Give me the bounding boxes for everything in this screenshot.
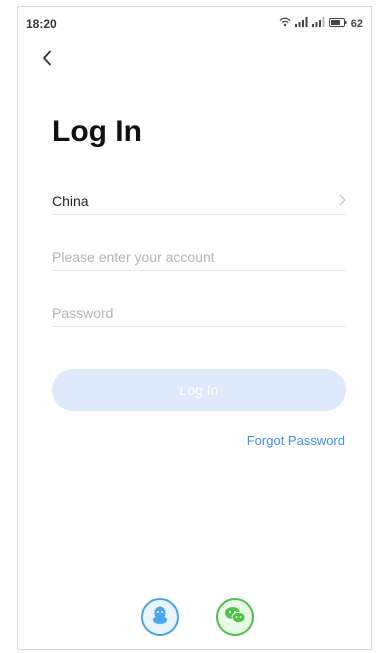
back-button[interactable] xyxy=(34,47,60,73)
wechat-icon xyxy=(224,606,246,629)
password-field xyxy=(52,300,346,327)
qq-icon xyxy=(151,605,169,630)
chevron-left-icon xyxy=(42,50,52,71)
login-button[interactable]: Log In xyxy=(52,369,346,411)
region-value: China xyxy=(52,193,89,209)
battery-level: 62 xyxy=(350,17,363,30)
chevron-right-icon xyxy=(339,193,346,209)
page-title: Log In xyxy=(52,115,142,148)
account-input[interactable] xyxy=(52,249,346,265)
forgot-password-link[interactable]: Forgot Password xyxy=(247,433,345,448)
password-input[interactable] xyxy=(52,305,346,321)
qq-login-button[interactable] xyxy=(141,598,179,636)
status-bar: 18:20 62 xyxy=(26,15,363,35)
account-field xyxy=(52,244,346,271)
signal-icon xyxy=(294,17,308,30)
phone-screen: 18:20 62 Log In China Please enter your … xyxy=(17,6,372,650)
battery-icon xyxy=(328,17,347,30)
status-time: 18:20 xyxy=(26,17,57,31)
wechat-login-button[interactable] xyxy=(216,598,254,636)
region-selector[interactable]: China xyxy=(52,188,346,215)
wifi-icon xyxy=(279,17,291,30)
signal-icon-2 xyxy=(311,17,325,30)
status-icons: 62 xyxy=(279,17,363,30)
